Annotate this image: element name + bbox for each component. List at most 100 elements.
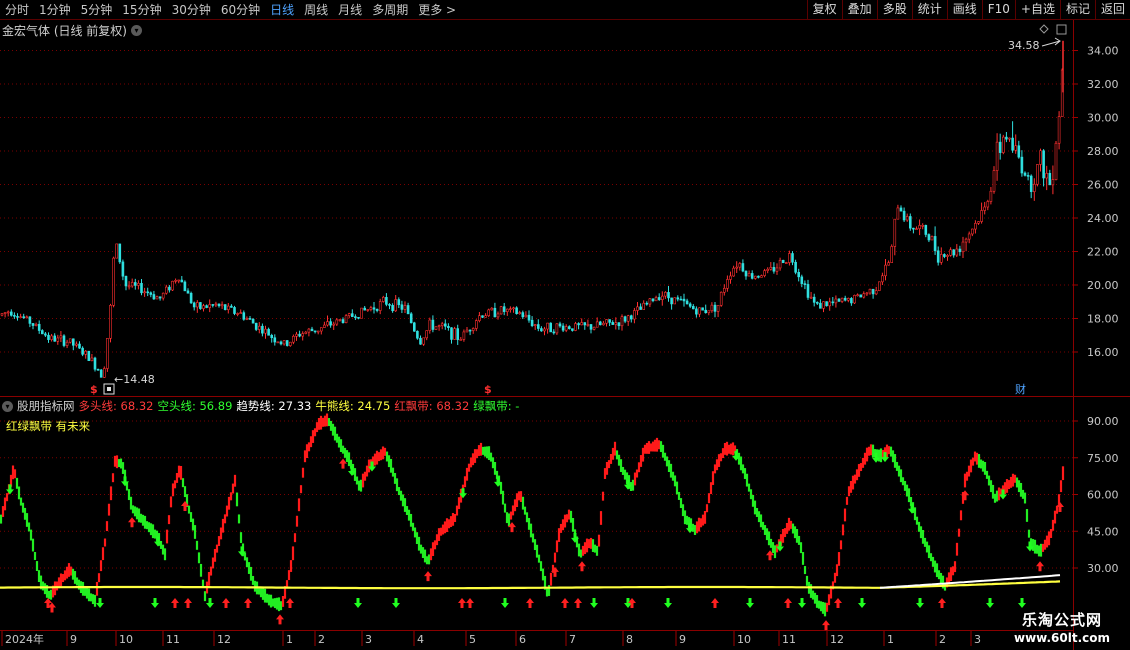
candle-body — [877, 281, 881, 291]
candle-body — [719, 291, 723, 306]
candle-body — [192, 302, 196, 308]
candle-body — [425, 330, 429, 339]
sell-arrow-icon — [916, 598, 924, 608]
candle-body — [825, 301, 828, 307]
price-tick-label: 34.00 — [1087, 45, 1119, 58]
candle-body — [174, 280, 177, 282]
candle-body — [109, 305, 112, 339]
candle-body — [310, 328, 314, 332]
candle-body — [332, 323, 336, 326]
candle-body — [1045, 172, 1048, 179]
buy-arrow-icon — [424, 571, 432, 582]
candle-body — [437, 325, 441, 327]
time-axis-label: 7 — [569, 633, 576, 646]
candle-body — [707, 310, 711, 314]
candle-body — [586, 324, 590, 326]
candle-body — [648, 298, 652, 305]
candle-body — [806, 284, 810, 298]
candle-body — [0, 313, 4, 316]
candle-body — [840, 297, 844, 302]
candle-body — [465, 329, 469, 333]
candle-body — [422, 337, 425, 345]
candle-body — [267, 328, 270, 336]
candle-body — [747, 273, 751, 277]
candle-body — [447, 325, 450, 329]
candle-body — [679, 298, 683, 301]
candle-body — [512, 307, 515, 310]
sell-arrow-icon — [501, 598, 509, 608]
candle-body — [831, 301, 835, 304]
candle-body — [1020, 156, 1024, 174]
candle-body — [273, 337, 277, 343]
candle-body — [552, 331, 556, 334]
candle-body — [536, 324, 540, 329]
chart-canvas[interactable]: 34.00 32.00 30.00 28.00 26.00 24.00 22.00 20.00… — [0, 0, 1130, 650]
candle-body — [130, 282, 134, 287]
time-axis-label: 11 — [166, 633, 180, 646]
candle-body — [933, 236, 937, 252]
candle-body — [22, 316, 26, 319]
watermark-name: 乐淘公式网 — [1021, 611, 1102, 629]
candle-body — [726, 279, 729, 289]
candle-body — [509, 308, 512, 311]
candle-body — [843, 297, 847, 301]
candle-body — [499, 306, 503, 315]
price-tick-label: 30.00 — [1087, 112, 1119, 125]
candle-body — [220, 304, 224, 307]
buy-arrow-icon — [184, 598, 192, 608]
diamond-icon — [1039, 24, 1049, 34]
candle-body — [859, 294, 863, 298]
candle-body — [257, 325, 261, 330]
candle-body — [1048, 172, 1052, 186]
candle-body — [524, 314, 528, 318]
candle-body — [180, 279, 184, 283]
buy-arrow-icon — [822, 620, 830, 631]
candle-body — [980, 210, 983, 222]
candle-body — [419, 337, 422, 345]
candle-body — [416, 330, 419, 339]
candle-body — [856, 294, 859, 297]
candle-body — [989, 190, 993, 202]
time-axis-label: 12 — [217, 633, 231, 646]
candle-body — [722, 288, 726, 293]
candle-body — [484, 315, 487, 318]
candle-body — [335, 319, 339, 325]
candle-body — [924, 225, 928, 235]
candle-body — [1033, 183, 1036, 192]
candle-body — [292, 336, 295, 343]
candle-body — [645, 302, 649, 305]
candle-body — [459, 339, 463, 341]
candle-body — [939, 254, 943, 263]
buy-arrow-icon — [276, 614, 284, 625]
candle-body — [521, 312, 525, 318]
candle-body — [685, 300, 689, 305]
candle-body — [236, 313, 239, 315]
dividend-marker: $ — [90, 383, 98, 396]
candle-body — [803, 283, 807, 285]
candle-body — [1029, 175, 1033, 192]
candle-body — [667, 292, 670, 299]
candle-body — [360, 307, 363, 319]
sell-arrow-icon — [986, 598, 994, 608]
candle-body — [874, 290, 878, 295]
candle-body — [375, 308, 379, 311]
candle-body — [930, 236, 934, 241]
candle-body — [388, 304, 391, 306]
sell-arrow-icon — [96, 598, 104, 608]
candle-body — [456, 328, 460, 340]
candle-body — [478, 315, 481, 321]
candle-body — [893, 218, 897, 247]
candle-body — [62, 335, 66, 346]
candle-body — [406, 305, 410, 315]
candle-body — [741, 263, 745, 272]
candle-body — [784, 262, 788, 264]
candle-body — [78, 343, 81, 349]
buy-arrow-icon — [578, 561, 586, 572]
candle-body — [1042, 150, 1045, 179]
candle-body — [1057, 116, 1061, 144]
buy-arrow-icon — [244, 598, 252, 608]
candle-body — [617, 322, 621, 327]
candle-body — [434, 326, 438, 330]
candle-body — [217, 303, 221, 307]
candle-body — [16, 316, 19, 318]
